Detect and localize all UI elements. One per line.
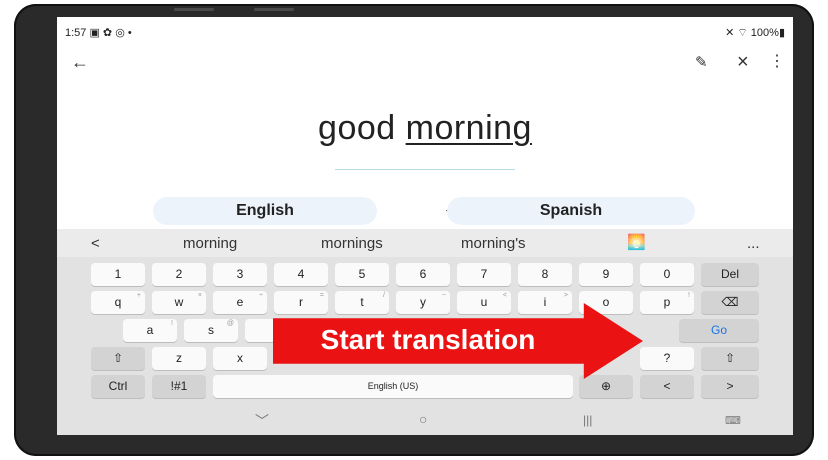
key-1[interactable]: 1 (91, 263, 145, 286)
key-label: a (146, 323, 154, 337)
source-language-button[interactable]: English (153, 197, 377, 225)
suggestion-back-icon[interactable]: < (91, 235, 100, 252)
status-left: 1:57 ▣ ✿ ◎ • (65, 26, 132, 39)
status-time: 1:57 (65, 27, 87, 39)
suggestion-bar: < morning mornings morning's 🌅 ... (57, 229, 793, 257)
hide-keyboard-icon[interactable]: ﹀ (255, 411, 269, 431)
key-y[interactable]: y − (396, 291, 450, 314)
back-arrow-icon[interactable]: ← (71, 53, 89, 71)
key-hint: > (563, 292, 568, 299)
key-label: q (114, 295, 122, 309)
key-label: p (663, 295, 671, 309)
screen: 1:57 ▣ ✿ ◎ • ✕ ⌔ 100%▮ ← ✎ × ⋮ good morn… (57, 17, 793, 435)
key-2[interactable]: 2 (152, 263, 206, 286)
key-hint: ÷ (259, 292, 263, 299)
suggestion-item[interactable]: morning's (461, 235, 526, 252)
status-right: ✕ ⌔ 100%▮ (725, 27, 785, 39)
home-icon[interactable]: ○ (419, 411, 427, 427)
target-language-button[interactable]: Spanish (447, 197, 695, 225)
key-label: i (543, 295, 547, 309)
keyboard-toggle-icon[interactable]: ⌨ (725, 414, 741, 427)
cursor-right-key[interactable]: > (701, 375, 759, 398)
symbols-key[interactable]: !#1 (152, 375, 206, 398)
key-u[interactable]: u < (457, 291, 511, 314)
key-3[interactable]: 3 (213, 263, 267, 286)
key-p[interactable]: p! (640, 291, 694, 314)
shift-key-right[interactable]: ⇧ (701, 347, 759, 370)
emoji-icon[interactable]: 🌅 (627, 233, 646, 251)
translation-input[interactable]: good morning (57, 109, 793, 148)
language-globe-key[interactable]: ⊕ (579, 375, 633, 398)
key-hint: ! (688, 292, 690, 299)
key-i[interactable]: i > (518, 291, 572, 314)
backspace-key[interactable]: ⌫ (701, 291, 759, 314)
key-e[interactable]: e ÷ (213, 291, 267, 314)
key-6[interactable]: 6 (396, 263, 450, 286)
suggestion-item[interactable]: mornings (321, 235, 383, 252)
key-8[interactable]: 8 (518, 263, 572, 286)
delete-key[interactable]: Del (701, 263, 759, 286)
power-button (254, 8, 294, 11)
shift-key-left[interactable]: ⇧ (91, 347, 145, 370)
key-hint: × (197, 292, 202, 299)
key-question[interactable]: ? (640, 347, 694, 370)
notification-icons: ▣ ✿ ◎ • (89, 27, 132, 39)
volume-button (174, 8, 214, 11)
key-r[interactable]: r = (274, 291, 328, 314)
key-label: e (236, 295, 244, 309)
key-label: s (208, 323, 214, 337)
key-x[interactable]: x (213, 347, 267, 370)
more-suggestions-icon[interactable]: ... (747, 235, 760, 252)
suggestion-item[interactable]: morning (183, 235, 237, 252)
key-hint: @ (226, 320, 234, 327)
close-icon[interactable]: × (737, 52, 749, 72)
key-t[interactable]: t / (335, 291, 389, 314)
input-text-composing: morning (405, 109, 532, 147)
key-label: y (420, 295, 426, 309)
key-label: w (174, 295, 184, 309)
annotation-label: Start translation (320, 324, 536, 355)
key-hint: = (319, 292, 324, 299)
cursor-left-key[interactable]: < (640, 375, 694, 398)
handwriting-icon[interactable]: ✎ (695, 55, 708, 70)
key-hint: + (136, 292, 141, 299)
key-5[interactable]: 5 (335, 263, 389, 286)
go-key[interactable]: Go (679, 319, 759, 342)
key-q[interactable]: q + (91, 291, 145, 314)
key-s[interactable]: s @ (184, 319, 238, 342)
ctrl-key[interactable]: Ctrl (91, 375, 145, 398)
key-hint: − (441, 292, 446, 299)
key-label: r (299, 295, 303, 309)
key-label: u (480, 295, 488, 309)
key-w[interactable]: w × (152, 291, 206, 314)
key-d[interactable] (245, 319, 275, 342)
key-label: t (360, 295, 364, 309)
status-bar: 1:57 ▣ ✿ ◎ • ✕ ⌔ 100%▮ (57, 17, 793, 45)
key-label: o (602, 295, 610, 309)
key-0[interactable]: 0 (640, 263, 694, 286)
key-hint: / (383, 292, 385, 299)
key-z[interactable]: z (152, 347, 206, 370)
space-bar[interactable]: English (US) (213, 375, 573, 398)
more-options-icon[interactable]: ⋮ (769, 54, 785, 70)
key-9[interactable]: 9 (579, 263, 633, 286)
key-7[interactable]: 7 (457, 263, 511, 286)
input-underline (335, 169, 515, 170)
input-text-plain: good (318, 109, 406, 147)
recents-icon[interactable]: ||| (583, 413, 592, 427)
key-hint: < (502, 292, 507, 299)
key-a[interactable]: a! (123, 319, 177, 342)
navigation-bar: ﹀ ○ ||| ⌨ (57, 405, 793, 435)
key-hint: ! (171, 320, 173, 327)
key-4[interactable]: 4 (274, 263, 328, 286)
